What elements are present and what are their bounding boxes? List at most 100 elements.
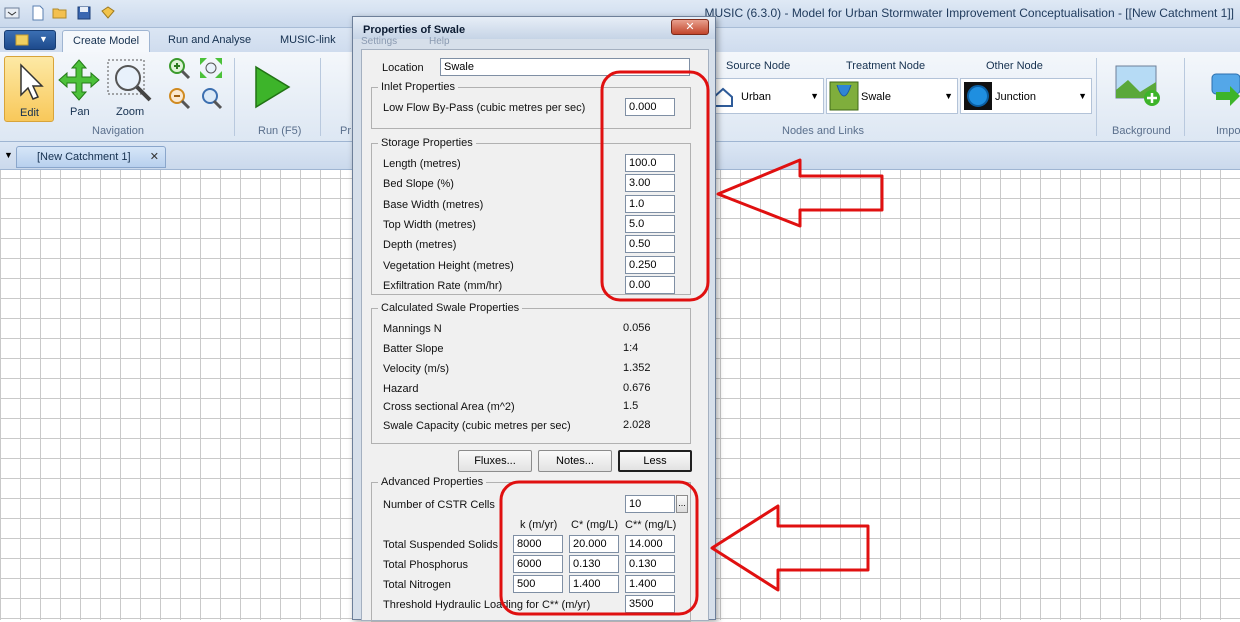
source-node-heading: Source Node [726,60,791,72]
close-icon[interactable]: ✕ [150,150,159,163]
treatment-node-heading: Treatment Node [846,60,926,72]
pollutant-k-input[interactable]: 8000 [513,535,563,553]
other-node-heading: Other Node [986,60,1043,72]
treatment-node-value: Swale [861,91,891,103]
advanced-properties-group: Advanced Properties Number of CSTR Cells… [371,476,691,622]
storage-row-input[interactable]: 100.0 [625,154,675,172]
storage-row-label: Depth (metres) [383,239,457,252]
pollutant-k-input[interactable]: 6000 [513,555,563,573]
column-header-c-star: C* (mg/L) [571,519,619,531]
calculated-properties-title: Calculated Swale Properties [378,302,523,314]
zoom-button[interactable]: Zoom [104,56,156,122]
pan-button[interactable]: Pan [56,56,102,122]
app-logo-icon [15,34,29,46]
zoom-magnifier-icon [107,59,152,102]
pollutant-c2-input[interactable]: 0.130 [625,555,675,573]
ghost-menu-settings: Settings [361,36,398,47]
location-input[interactable]: Swale [440,58,690,76]
chevron-down-icon: ▼ [1078,91,1087,101]
storage-row-input[interactable]: 1.0 [625,194,675,213]
group-label-run: Run (F5) [258,125,302,137]
storage-row-input[interactable]: 0.00 [625,275,675,294]
advanced-properties-title: Advanced Properties [378,476,487,488]
group-label-import: Impo [1216,125,1240,137]
system-menu-icon[interactable] [4,5,20,21]
storage-row-label: Top Width (metres) [383,218,476,231]
storage-row-input[interactable]: 0.250 [625,255,675,274]
tab-list-arrow-icon[interactable]: ▼ [4,150,13,160]
storage-row-label: Base Width (metres) [383,198,484,211]
pan-arrows-icon [58,59,100,101]
zoom-extent-icon[interactable] [198,56,224,80]
group-separator [320,58,321,136]
dialog-close-button[interactable]: ✕ [671,19,709,35]
tab-create-model[interactable]: Create Model [62,30,151,52]
zoom-button-label: Zoom [116,106,145,118]
storage-row-input[interactable]: 3.00 [625,174,675,193]
location-label: Location [382,62,424,74]
calculated-row-value: 0.676 [623,382,651,394]
storage-row-input[interactable]: 5.0 [625,214,675,233]
pollutant-c1-input[interactable]: 0.130 [569,555,619,573]
storage-row-input[interactable]: 0.50 [625,235,675,254]
pollutant-c1-input[interactable]: 20.000 [569,535,619,553]
new-file-icon[interactable] [30,5,46,21]
dialog-title: Properties of Swale [363,24,466,36]
low-flow-bypass-label: Low Flow By-Pass (cubic metres per sec) [383,102,586,114]
cursor-icon [20,63,44,100]
tab-run-and-analyse[interactable]: Run and Analyse [158,30,261,52]
other-node-value: Junction [995,91,1036,103]
document-tab-new-catchment[interactable]: [New Catchment 1] ✕ [16,146,166,168]
low-flow-bypass-input[interactable]: 0.000 [625,98,675,116]
column-header-c-double-star: C** (mg/L) [625,519,677,531]
group-label-partial: Pr [340,125,351,137]
zoom-out-icon[interactable] [166,86,192,110]
less-button[interactable]: Less [618,450,692,472]
pollutant-c1-input[interactable]: 1.400 [569,575,619,593]
import-icon[interactable] [1208,70,1240,106]
calculated-row-label: Swale Capacity (cubic metres per sec) [383,420,571,432]
zoom-in-icon[interactable] [166,56,192,80]
pollutant-k-input[interactable]: 500 [513,575,563,593]
storage-row-label: Length (metres) [383,158,461,170]
app-menu-arrow-icon: ▼ [39,34,48,44]
calculated-row-label: Velocity (m/s) [383,363,450,375]
edit-button-label: Edit [20,107,39,119]
tab-music-link[interactable]: MUSIC-link [270,30,346,52]
save-icon[interactable] [76,5,92,21]
calculated-row-label: Cross sectional Area (m^2) [383,401,515,413]
pan-button-label: Pan [70,106,90,118]
threshold-hydraulic-loading-input[interactable]: 3500 [625,595,675,613]
pollutant-c2-input[interactable]: 1.400 [625,575,675,593]
fluxes-button[interactable]: Fluxes... [458,450,532,472]
calculated-row-value: 2.028 [623,419,651,431]
chevron-down-icon: ▼ [944,91,953,101]
document-tab-label: [New Catchment 1] [37,151,131,163]
group-separator [1096,58,1097,136]
calculated-row-label: Mannings N [383,323,442,335]
source-node-value: Urban [741,91,771,103]
dialog-content: Location Swale Inlet Properties Low Flow… [361,49,709,622]
edit-button[interactable]: Edit [4,56,54,122]
group-label-navigation: Navigation [92,125,144,137]
chevron-down-icon: ▼ [810,91,819,101]
source-node-select[interactable]: Urban ▼ [706,78,824,114]
cstr-cells-browse-button[interactable]: ... [676,495,688,513]
other-node-select[interactable]: Junction ▼ [960,78,1092,114]
background-image-icon[interactable] [1114,64,1162,108]
treatment-node-select[interactable]: Swale ▼ [826,78,958,114]
dialog-title-bar[interactable]: Properties of Swale ✕ [353,17,715,39]
application-menu-button[interactable]: ▼ [4,30,56,50]
group-label-nodes: Nodes and Links [782,125,864,137]
storage-properties-group: Storage Properties Length (metres) 100.0 B… [371,137,691,295]
pollutant-c2-input[interactable]: 14.000 [625,535,675,553]
column-header-k: k (m/yr) [520,519,558,531]
brush-icon[interactable] [100,5,116,21]
pollutant-row-label: Total Suspended Solids [383,539,498,551]
open-folder-icon[interactable] [52,5,68,21]
zoom-window-icon[interactable] [198,86,224,110]
notes-button[interactable]: Notes... [538,450,612,472]
cstr-cells-input[interactable]: 10 [625,495,675,513]
group-separator [1184,58,1185,136]
play-icon[interactable] [252,64,292,110]
